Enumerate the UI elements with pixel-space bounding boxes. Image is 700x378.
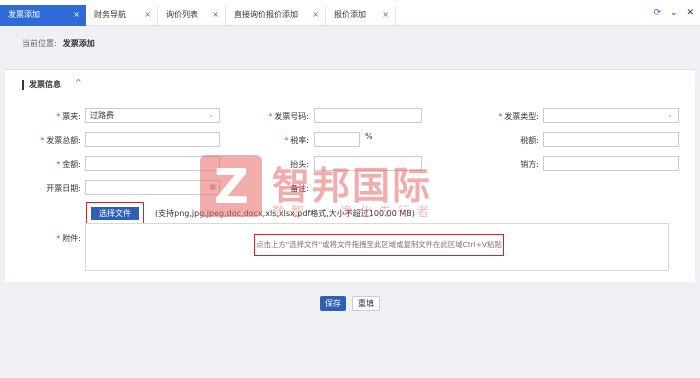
- attachment-label: * 附件:: [56, 234, 81, 243]
- invoice-no-label: * 发票号码:: [268, 112, 309, 121]
- save-button[interactable]: 保存: [320, 296, 346, 311]
- invoice-type-value: 过路费: [90, 111, 114, 120]
- header-label: 抬头:: [290, 160, 309, 169]
- refresh-icon[interactable]: ⟳: [654, 8, 662, 18]
- total-label: * 发票总额:: [40, 136, 81, 145]
- date-label: 开票日期:: [46, 184, 81, 193]
- tab-finance-nav[interactable]: 财务导航 ×: [86, 6, 158, 26]
- close-icon[interactable]: ×: [144, 6, 151, 24]
- tab-bar: 发票添加 × 财务导航 × 询价列表 × 直接询价报价添加 × 报价添加 × ⟳…: [0, 0, 700, 26]
- breadcrumb: 当前位置: 发票添加: [22, 38, 95, 49]
- choose-file-button[interactable]: 选择文件: [91, 207, 139, 220]
- seller-input[interactable]: [543, 156, 679, 171]
- tax-amount-label: 税额:: [520, 136, 539, 145]
- tab-label: 财务导航: [94, 10, 126, 19]
- invoice-kind-label: * 发票类型:: [498, 112, 539, 121]
- tax-amount-input[interactable]: [543, 132, 679, 147]
- collapse-chevron-icon[interactable]: ^: [75, 78, 82, 87]
- invoice-no-input[interactable]: [314, 108, 422, 123]
- invoice-type-label: * 票夹:: [56, 112, 81, 121]
- tab-direct-quote-add[interactable]: 直接询价报价添加 ×: [226, 6, 326, 26]
- invoice-type-select[interactable]: 过路费 ⌄: [85, 108, 220, 123]
- chevron-down-icon: ⌄: [208, 111, 214, 119]
- upload-hint: (支持png,jpg,jpeg,doc,docx,xls,xlsx,pdf格式,…: [155, 209, 415, 218]
- amount-input[interactable]: [85, 156, 220, 171]
- drop-zone-text: 点击上方"选择文件"或将文件拖拽至此区域或复制文件在此区域Ctrl+V粘贴: [254, 234, 504, 256]
- tab-inquiry-list[interactable]: 询价列表 ×: [158, 6, 226, 26]
- close-icon[interactable]: ×: [73, 5, 80, 24]
- remark-label: 备注:: [290, 184, 309, 193]
- tab-label: 发票添加: [8, 10, 40, 19]
- tab-invoice-add[interactable]: 发票添加 ×: [0, 5, 86, 26]
- section-title: 发票信息: [22, 80, 61, 90]
- tab-quote-add[interactable]: 报价添加 ×: [326, 6, 396, 26]
- reset-button[interactable]: 重填: [352, 296, 380, 311]
- close-icon[interactable]: ×: [382, 6, 389, 24]
- breadcrumb-current: 发票添加: [62, 39, 95, 48]
- tab-tools: ⟳ ⌄ ✕: [648, 8, 694, 18]
- tab-label: 询价列表: [166, 10, 198, 19]
- close-all-icon[interactable]: ✕: [686, 8, 694, 18]
- close-icon[interactable]: ×: [312, 6, 319, 24]
- file-drop-zone[interactable]: 点击上方"选择文件"或将文件拖拽至此区域或复制文件在此区域Ctrl+V粘贴: [85, 223, 669, 271]
- seller-label: 销方:: [520, 160, 539, 169]
- amount-label: * 金额:: [56, 160, 81, 169]
- total-input[interactable]: [85, 132, 220, 147]
- tax-rate-label: * 税率:: [284, 136, 309, 145]
- tab-label: 报价添加: [334, 10, 366, 19]
- percent-unit: %: [365, 132, 373, 141]
- remark-input[interactable]: [314, 180, 679, 195]
- header-input[interactable]: [314, 156, 422, 171]
- chevron-down-icon[interactable]: ⌄: [670, 8, 678, 18]
- choose-file-highlight: 选择文件: [86, 202, 144, 225]
- invoice-form-card: 发票信息 ^ * 票夹: 过路费 ⌄ * 发票号码: * 发票类型: ⌄ * 发票总额:…: [5, 69, 695, 282]
- date-input[interactable]: ▦: [85, 180, 220, 195]
- tab-label: 直接询价报价添加: [234, 10, 298, 19]
- tax-rate-input[interactable]: [314, 132, 360, 147]
- calendar-icon[interactable]: ▦: [209, 181, 216, 194]
- breadcrumb-prefix: 当前位置:: [22, 39, 57, 48]
- invoice-kind-select[interactable]: ⌄: [543, 108, 679, 123]
- close-icon[interactable]: ×: [212, 6, 219, 24]
- chevron-down-icon: ⌄: [667, 111, 673, 119]
